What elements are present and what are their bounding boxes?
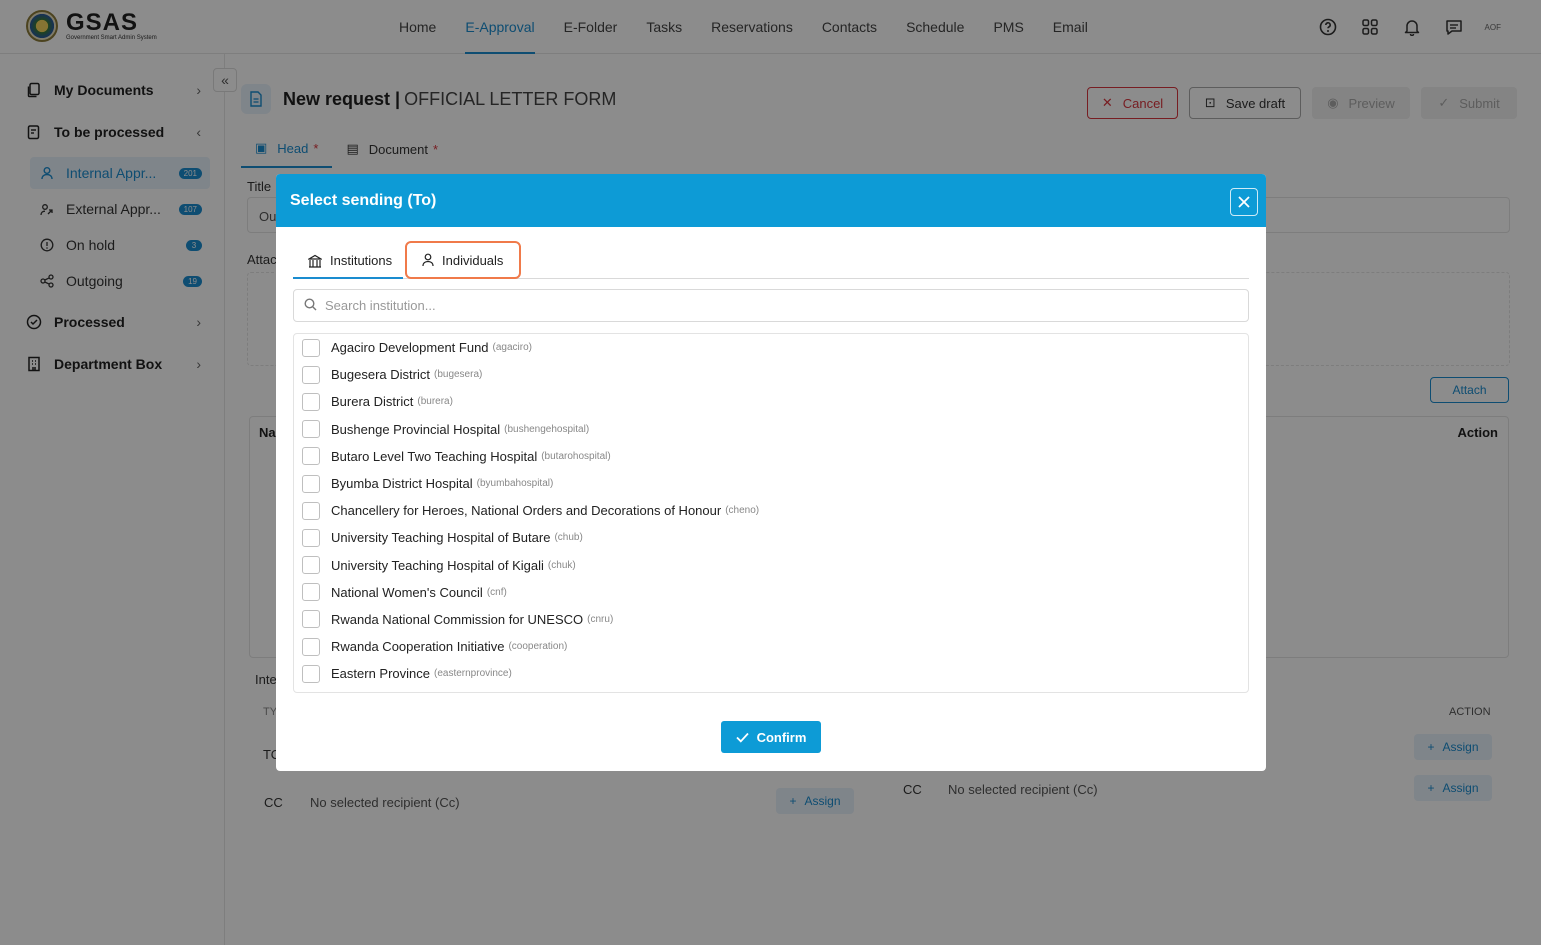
confirm-button[interactable]: Confirm [721,721,821,753]
institution-name: National Women's Council [331,584,483,600]
list-item[interactable]: University Teaching Hospital of Butare (c… [294,524,1248,551]
checkbox[interactable] [302,664,320,683]
institution-code: (chub) [554,532,583,544]
institution-code: (cheno) [725,505,760,517]
list-item[interactable]: Rwanda Cooperation Initiative (cooperatio… [294,633,1248,660]
recipient-type-tabs: Institutions Individuals [293,241,1249,279]
checkbox[interactable] [302,556,320,575]
checkbox[interactable] [302,528,320,547]
institution-name: University Teaching Hospital of Kigali [331,557,544,573]
list-item[interactable]: University Teaching Hospital of Kigali (c… [294,552,1248,579]
list-item[interactable]: Byumba District Hospital (byumbahospital) [294,470,1248,497]
checkbox[interactable] [302,637,320,656]
institution-list: Agaciro Development Fund (agaciro) Bugese… [293,333,1249,693]
institution-name: Bushenge Provincial Hospital [331,421,501,437]
institution-code: (bushengehospital) [504,423,590,435]
search-icon [304,297,317,314]
institution-search [293,289,1249,322]
institution-code: (burera) [417,396,453,408]
checkbox[interactable] [302,392,320,411]
institution-code: (cooperation) [508,641,568,653]
checkbox[interactable] [302,610,320,629]
institution-code: (cnru) [587,613,614,625]
list-item[interactable]: Burera District (burera) [294,388,1248,415]
institution-code: (cnf) [486,586,507,598]
institution-name: Eastern Province [331,666,430,682]
close-dialog-button[interactable] [1230,188,1258,216]
institution-name: Agaciro Development Fund [331,340,489,356]
institution-code: (bugesera) [433,369,483,381]
checkbox[interactable] [302,501,320,520]
tab-institutions-label: Institutions [330,253,393,268]
list-item[interactable]: National Women's Council (cnf) [294,579,1248,606]
checkbox[interactable] [302,420,320,439]
institution-name: Byumba District Hospital [331,476,473,492]
list-item[interactable]: Bugesera District (bugesera) [294,361,1248,388]
dialog-title: Select sending (To) [290,191,437,209]
search-input[interactable] [325,298,1225,313]
institution-name: Burera District [331,394,414,410]
checkbox[interactable] [302,447,320,466]
tab-institutions[interactable]: Institutions [293,244,403,279]
institution-name: Rwanda Cooperation Initiative [331,639,505,655]
institution-name: Rwanda National Commission for UNESCO [331,611,584,627]
institution-code: (chuk) [547,559,576,571]
institution-code: (easternprovince) [434,668,512,680]
checkbox[interactable] [302,583,320,602]
checkbox[interactable] [302,474,320,493]
institution-icon [308,254,322,268]
checkbox[interactable] [302,338,320,357]
select-sending-dialog: Select sending (To) Institutions Individ… [276,174,1266,771]
institution-name: University Teaching Hospital of Butare [331,530,551,546]
close-icon [1238,196,1250,208]
institution-code: (byumbahospital) [476,478,554,490]
tab-individuals[interactable]: Individuals [405,241,521,279]
confirm-label: Confirm [756,729,807,745]
list-item[interactable]: Rwanda National Commission for UNESCO (cn… [294,606,1248,633]
checkbox[interactable] [302,365,320,384]
list-item[interactable]: Eastern Province (easternprovince) [294,660,1248,687]
list-item[interactable]: Bushenge Provincial Hospital (bushengehos… [294,416,1248,443]
institution-code: (butarohospital) [541,450,611,462]
dialog-header: Select sending (To) [276,174,1266,227]
person-icon [422,253,434,267]
list-item[interactable]: Butaro Level Two Teaching Hospital (butar… [294,443,1248,470]
institution-name: Bugesera District [331,367,430,383]
list-item[interactable]: Chancellery for Heroes, National Orders … [294,497,1248,524]
institution-name: Chancellery for Heroes, National Orders … [331,503,722,519]
tab-individuals-label: Individuals [442,252,504,268]
institution-name: Butaro Level Two Teaching Hospital [331,448,538,464]
check-icon [735,732,749,743]
list-item[interactable]: Agaciro Development Fund (agaciro) [294,334,1248,361]
institution-code: (agaciro) [492,342,532,354]
